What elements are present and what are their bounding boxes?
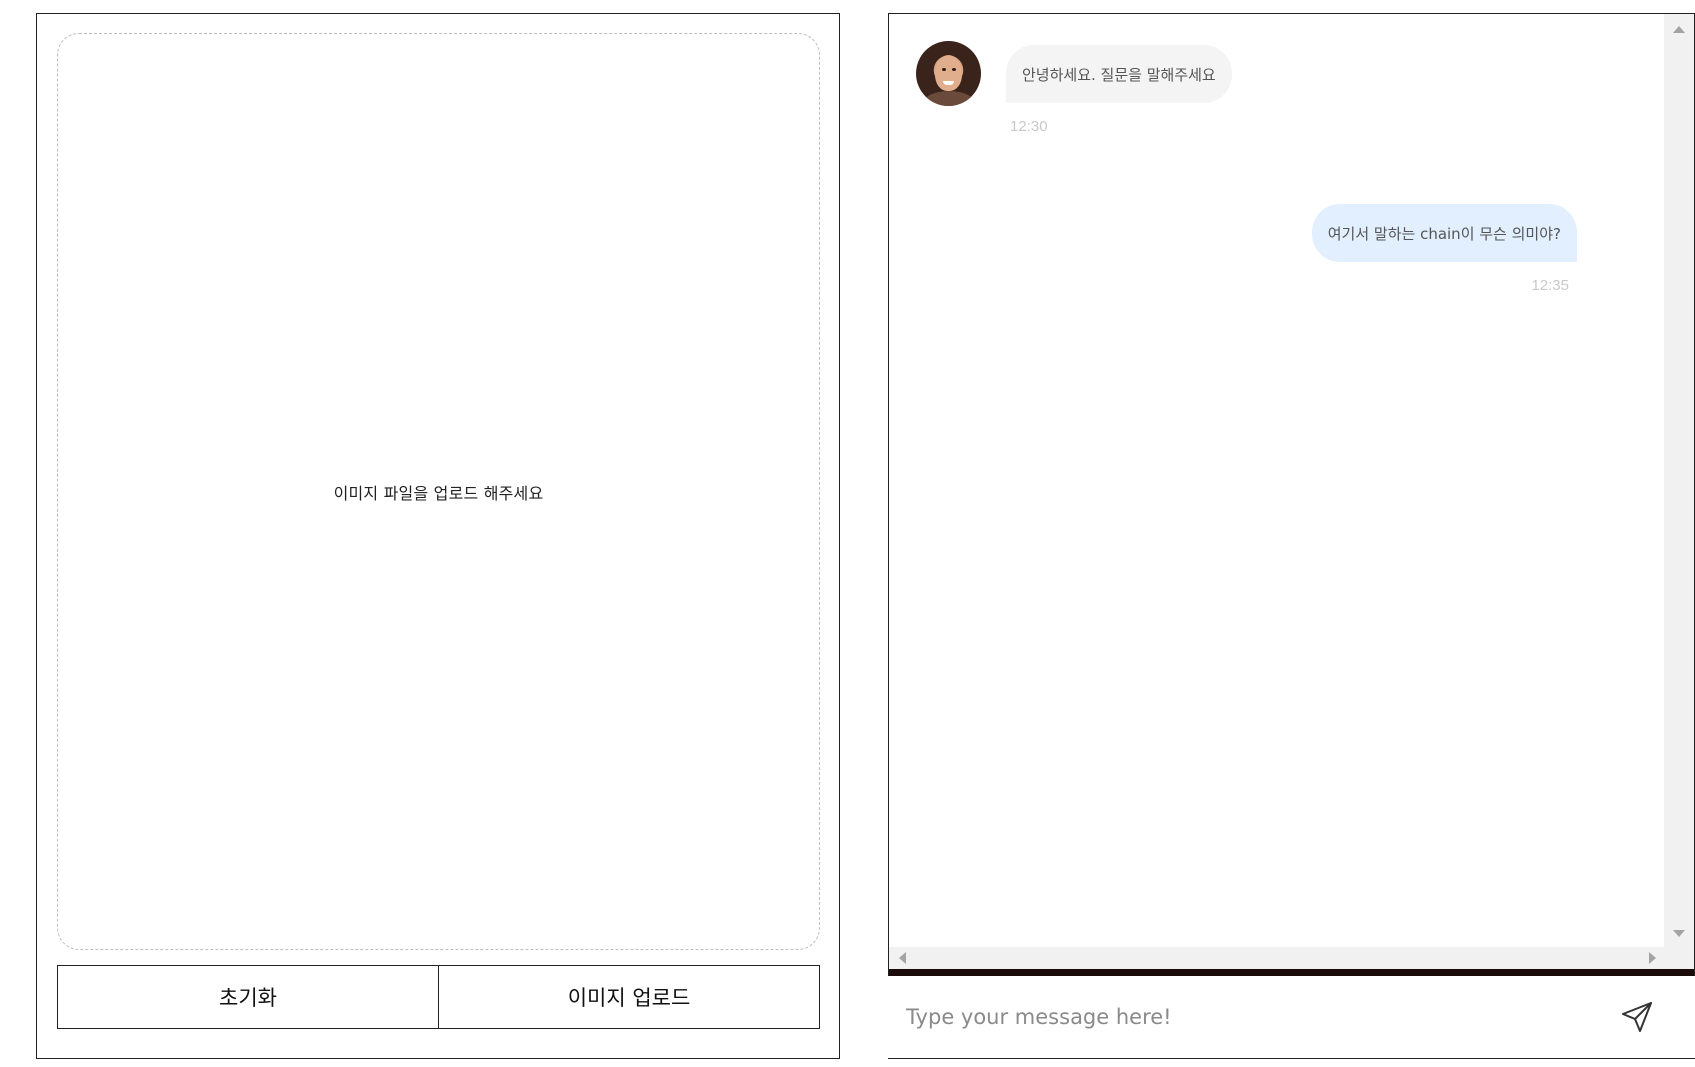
chat-window: 안녕하세요. 질문을 말해주세요 12:30 여기서 말하는 chain이 무슨… <box>888 13 1695 976</box>
horizontal-scrollbar[interactable] <box>889 947 1666 969</box>
upload-button-row: 초기화 이미지 업로드 <box>57 965 820 1029</box>
outgoing-message-bubble: 여기서 말하는 chain이 무슨 의미야? <box>1311 204 1577 262</box>
chat-panel: 안녕하세요. 질문을 말해주세요 12:30 여기서 말하는 chain이 무슨… <box>888 13 1695 1059</box>
scrollbar-corner <box>1664 947 1694 969</box>
message-input-row <box>888 976 1695 1059</box>
scroll-left-icon[interactable] <box>899 952 906 964</box>
message-input[interactable] <box>888 987 1607 1047</box>
upload-image-button[interactable]: 이미지 업로드 <box>438 965 820 1029</box>
send-button[interactable] <box>1607 987 1667 1047</box>
scroll-down-icon[interactable] <box>1673 930 1685 937</box>
message-list: 안녕하세요. 질문을 말해주세요 12:30 여기서 말하는 chain이 무슨… <box>889 14 1659 947</box>
incoming-message-time: 12:30 <box>1010 118 1048 135</box>
scroll-up-icon[interactable] <box>1673 26 1685 33</box>
send-icon <box>1622 1002 1652 1032</box>
scroll-right-icon[interactable] <box>1649 952 1656 964</box>
bot-avatar <box>916 41 981 106</box>
image-upload-panel: 이미지 파일을 업로드 해주세요 초기화 이미지 업로드 <box>36 13 840 1059</box>
image-dropzone[interactable]: 이미지 파일을 업로드 해주세요 <box>57 33 820 950</box>
vertical-scrollbar[interactable] <box>1664 14 1694 947</box>
reset-button[interactable]: 초기화 <box>57 965 439 1029</box>
dropzone-instruction: 이미지 파일을 업로드 해주세요 <box>333 483 544 503</box>
incoming-message-bubble: 안녕하세요. 질문을 말해주세요 <box>1006 45 1232 103</box>
chat-divider <box>889 969 1694 976</box>
outgoing-message-time: 12:35 <box>1531 277 1569 294</box>
